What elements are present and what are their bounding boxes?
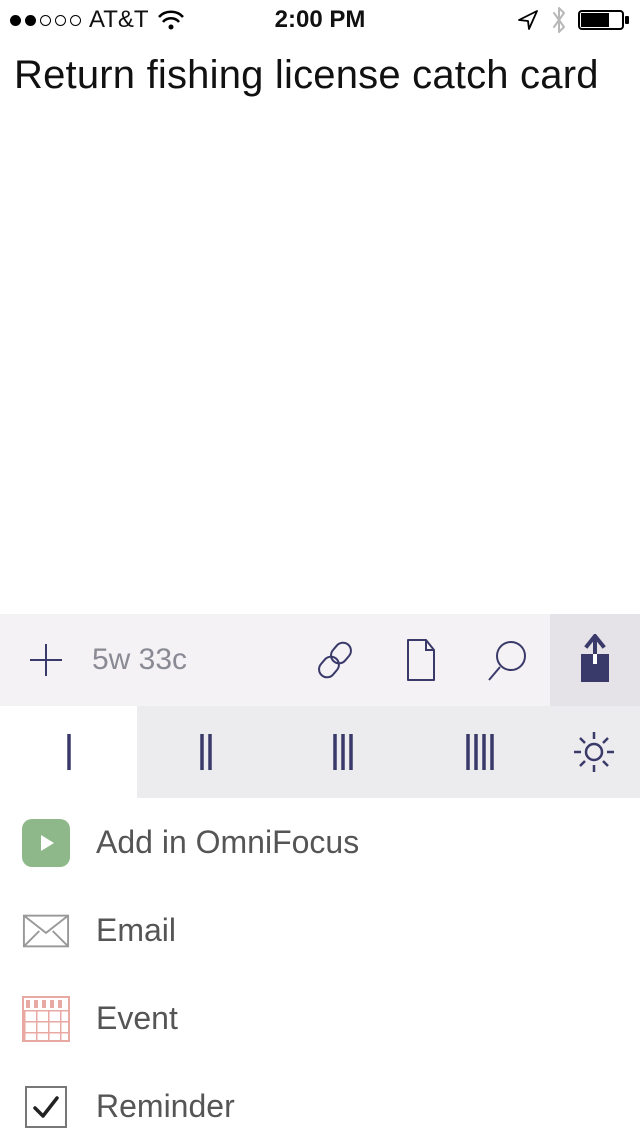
document-button[interactable] [378,614,464,706]
action-omnifocus[interactable]: Add in OmniFocus [0,798,640,886]
screen: AT&T 2:00 PM [0,0,640,1136]
settings-button[interactable] [548,706,640,798]
bluetooth-icon [550,6,568,34]
action-reminder-label: Reminder [96,1088,235,1125]
checkbox-icon [22,1083,70,1131]
carrier-label: AT&T [89,6,149,34]
location-icon [516,8,540,32]
tab-3[interactable] [274,706,411,798]
action-omnifocus-label: Add in OmniFocus [96,824,359,861]
share-button[interactable] [550,614,640,706]
omnifocus-icon [22,819,70,867]
share-actions-list: Add in OmniFocus Email Event [0,798,640,1136]
editor-toolbar: 5w 33c [0,614,640,706]
action-email[interactable]: Email [0,886,640,974]
tab-4[interactable] [411,706,548,798]
note-text[interactable]: Return fishing license catch card [14,52,626,98]
status-bar: AT&T 2:00 PM [0,0,640,40]
tab-1[interactable] [0,706,137,798]
wifi-icon [157,9,185,31]
action-event-label: Event [96,1000,178,1037]
battery-icon [578,8,630,32]
share-tabs [0,706,640,798]
tab-2[interactable] [137,706,274,798]
mail-icon [22,907,70,955]
action-email-label: Email [96,912,176,949]
status-bar-left: AT&T [10,6,185,34]
status-bar-right [516,6,630,34]
action-reminder[interactable]: Reminder [0,1062,640,1136]
link-button[interactable] [292,614,378,706]
note-editor[interactable]: Return fishing license catch card [0,40,640,98]
calendar-icon [22,995,70,1043]
signal-dots [10,15,81,26]
search-button[interactable] [464,614,550,706]
add-button[interactable] [0,614,92,706]
action-event[interactable]: Event [0,974,640,1062]
word-char-count: 5w 33c [92,614,232,706]
